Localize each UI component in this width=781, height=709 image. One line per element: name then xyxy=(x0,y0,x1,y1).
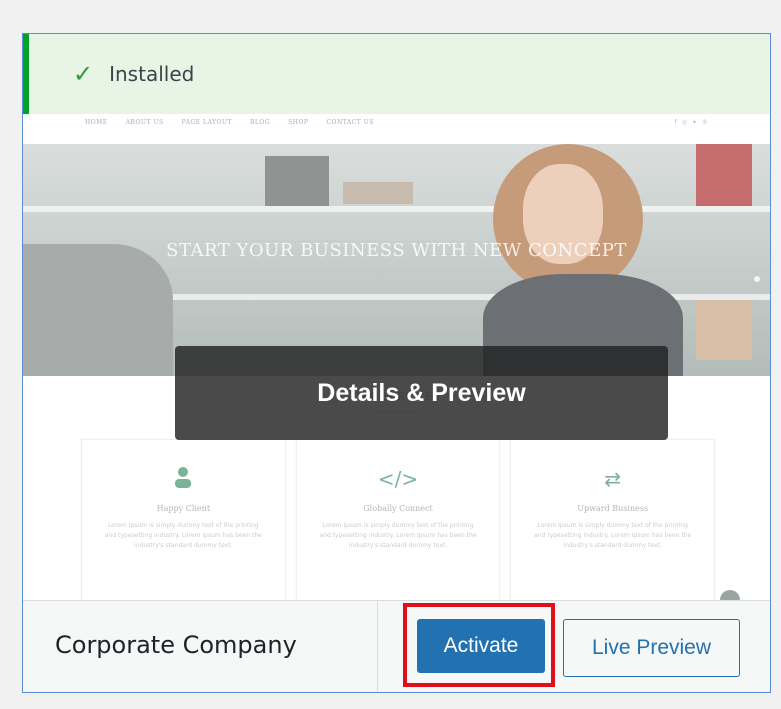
preview-service-title: Happy Client xyxy=(156,504,211,513)
preview-service-title: Globally Connect xyxy=(363,504,433,513)
installed-label: Installed xyxy=(109,62,195,86)
preview-nav-link: HOME xyxy=(85,119,108,126)
footer-divider xyxy=(377,601,378,692)
details-preview-overlay[interactable]: Details & Preview xyxy=(175,346,668,440)
live-preview-button[interactable]: Live Preview xyxy=(563,619,740,677)
theme-name: Corporate Company xyxy=(55,631,297,659)
preview-service-card: </> Globally Connect Lorem Ipsum is simp… xyxy=(295,439,501,600)
preview-service-text: Lorem Ipsum is simply dummy text of the … xyxy=(534,522,692,549)
preview-service-card: ⇄ Upward Business Lorem Ipsum is simply … xyxy=(510,439,716,600)
preview-service-title: Upward Business xyxy=(577,504,649,513)
preview-hero-tagline: START YOUR BUSINESS WITH NEW CONCEPT xyxy=(166,240,627,261)
theme-screenshot[interactable]: HOME ABOUT US PAGE LAYOUT BLOG SHOP CONT… xyxy=(23,114,770,600)
preview-service-card: Happy Client Lorem Ipsum is simply dummy… xyxy=(81,439,286,600)
pinterest-icon: ℗ xyxy=(702,119,708,126)
activate-button[interactable]: Activate xyxy=(417,619,545,673)
preview-nav-link: CONTACT US xyxy=(326,119,374,126)
code-icon: </> xyxy=(377,467,419,491)
preview-nav-link: BLOG xyxy=(250,119,271,126)
facebook-icon: f xyxy=(674,119,677,126)
preview-service-text: Lorem Ipsum is simply dummy text of the … xyxy=(104,522,262,549)
scroll-top-icon xyxy=(720,590,740,600)
user-icon xyxy=(82,466,285,492)
preview-hero-image: START YOUR BUSINESS WITH NEW CONCEPT xyxy=(23,144,770,376)
preview-nav-link: ABOUT US xyxy=(125,119,164,126)
checkmark-icon: ✓ xyxy=(73,60,94,88)
exchange-icon: ⇄ xyxy=(604,467,622,491)
details-preview-label: Details & Preview xyxy=(317,378,526,407)
preview-services: Happy Client Lorem Ipsum is simply dummy… xyxy=(81,439,716,600)
twitter-icon: ✦ xyxy=(691,119,697,126)
preview-service-text: Lorem Ipsum is simply dummy text of the … xyxy=(319,522,477,549)
hero-slider-dot xyxy=(754,276,760,282)
preview-nav-link: SHOP xyxy=(288,119,309,126)
preview-site-nav: HOME ABOUT US PAGE LAYOUT BLOG SHOP CONT… xyxy=(23,114,770,144)
theme-card[interactable]: ✓ Installed HOME ABOUT US PAGE LAYOUT BL… xyxy=(22,33,771,693)
theme-card-footer: Corporate Company Activate Live Preview xyxy=(23,600,770,692)
instagram-icon: ◎ xyxy=(681,119,687,126)
preview-nav-link: PAGE LAYOUT xyxy=(181,119,233,126)
installed-notice: ✓ Installed xyxy=(23,34,770,114)
